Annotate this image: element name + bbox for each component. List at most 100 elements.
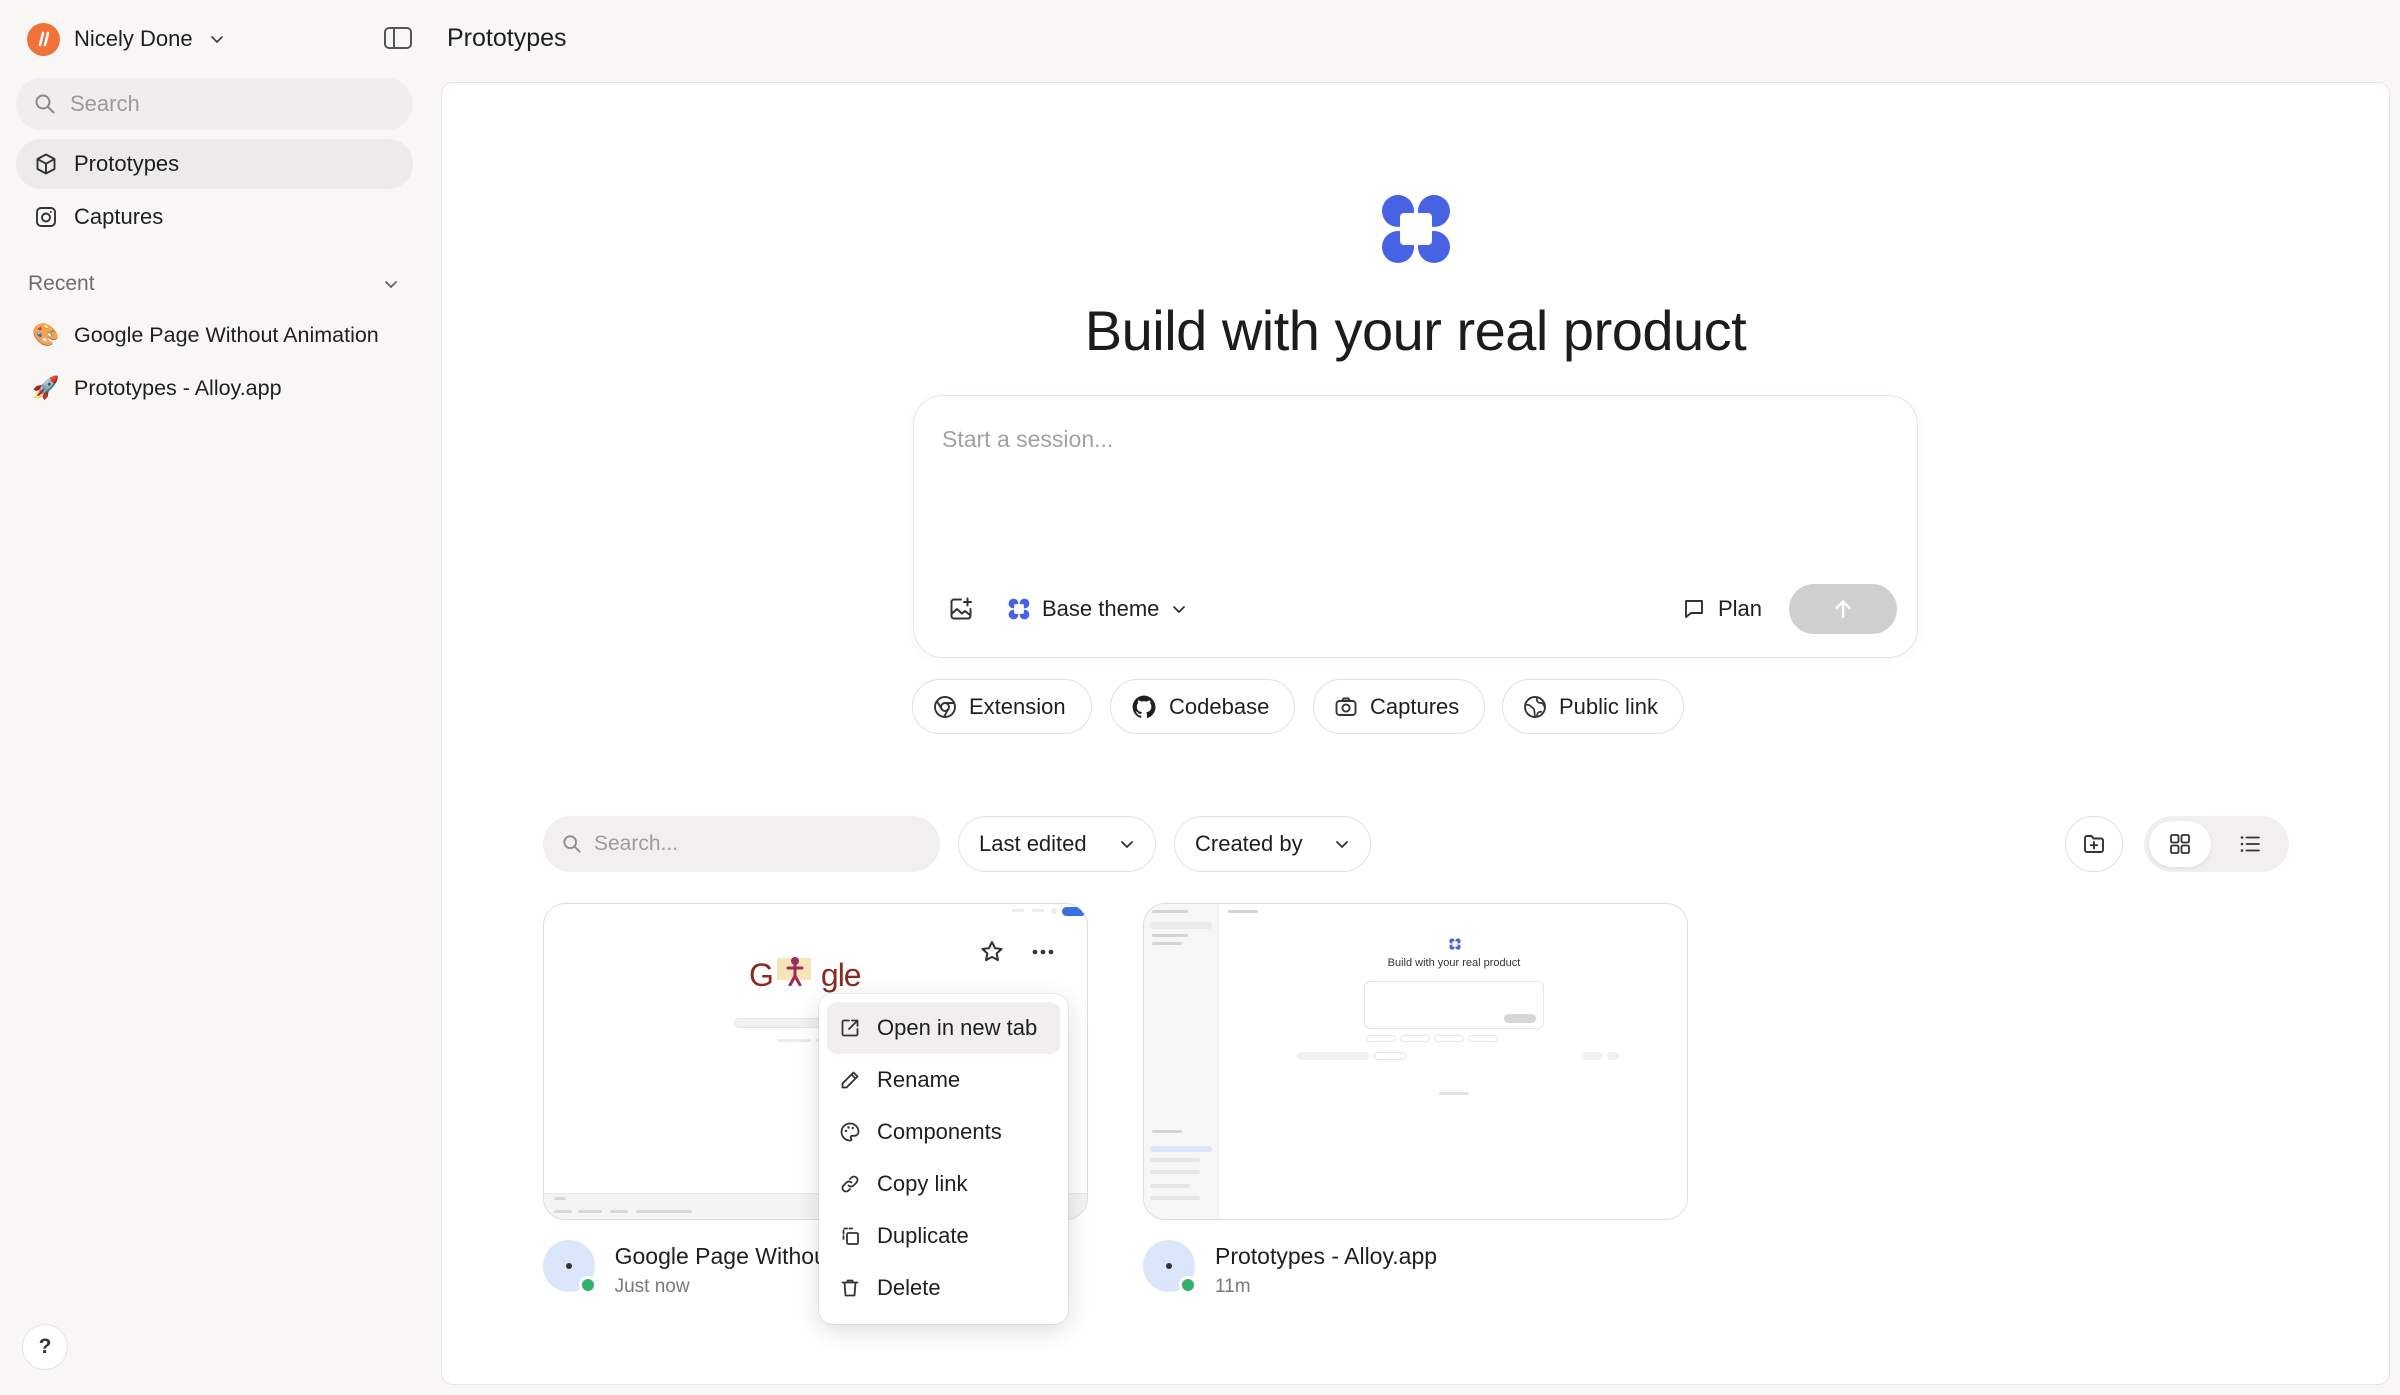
pencil-icon xyxy=(839,1069,861,1091)
github-icon xyxy=(1131,694,1157,720)
camera-icon xyxy=(1334,695,1358,719)
recent-item-label: Google Page Without Animation xyxy=(74,322,379,347)
avatar xyxy=(543,1240,597,1294)
online-status-icon xyxy=(1179,1276,1197,1294)
recent-label: Recent xyxy=(28,272,95,295)
chevron-down-icon xyxy=(1334,836,1350,852)
rocket-emoji-icon: 🚀 xyxy=(32,375,60,400)
recent-item-prototypes-alloy[interactable]: 🚀 Prototypes - Alloy.app xyxy=(32,368,282,408)
send-button[interactable] xyxy=(1789,584,1897,634)
thumb-google-logo: G gle xyxy=(749,954,862,994)
recent-item-label: Prototypes - Alloy.app xyxy=(74,375,282,400)
camera-icon xyxy=(34,205,58,229)
session-input[interactable] xyxy=(942,426,1882,546)
project-context-menu: Open in new tab Rename Components Copy l… xyxy=(819,994,1068,1324)
source-chip-codebase[interactable]: Codebase xyxy=(1110,679,1296,734)
source-chip-public-link[interactable]: Public link xyxy=(1502,679,1685,734)
grid-view-button[interactable] xyxy=(2149,821,2211,867)
sidebar-item-label: Captures xyxy=(74,204,164,229)
chrome-icon xyxy=(933,695,957,719)
chevron-down-icon xyxy=(1119,836,1135,852)
menu-item-delete[interactable]: Delete xyxy=(827,1262,1060,1314)
menu-item-label: Duplicate xyxy=(877,1223,969,1248)
theme-logo-icon xyxy=(1008,598,1030,620)
source-chip-extension[interactable]: Extension xyxy=(912,679,1092,734)
recent-section-header[interactable]: Recent xyxy=(28,268,400,300)
sidebar-item-label: Prototypes xyxy=(74,151,180,176)
grid-icon xyxy=(2169,833,2191,855)
search-icon xyxy=(562,834,582,854)
menu-item-duplicate[interactable]: Duplicate xyxy=(827,1210,1060,1262)
recent-item-google-page[interactable]: 🎨 Google Page Without Animation xyxy=(32,315,379,355)
menu-item-copy-link[interactable]: Copy link xyxy=(827,1158,1060,1210)
help-button[interactable]: ? xyxy=(22,1324,68,1370)
sidebar: Nicely Done Prototypes Captures Recent 🎨… xyxy=(0,0,430,1395)
sidebar-item-captures[interactable]: Captures xyxy=(16,192,413,242)
globe-icon xyxy=(1523,695,1547,719)
external-link-icon xyxy=(839,1017,861,1039)
project-title: Prototypes - Alloy.app xyxy=(1215,1243,1438,1269)
palette-icon xyxy=(839,1121,861,1143)
sidebar-search[interactable] xyxy=(16,78,413,130)
sidebar-toggle-icon[interactable] xyxy=(383,26,415,52)
projects-search[interactable] xyxy=(543,816,940,872)
project-meta-prototypes-alloy: Prototypes - Alloy.app 11m xyxy=(1143,1240,1543,1298)
project-time: 11m xyxy=(1215,1276,1251,1297)
created-by-dropdown[interactable]: Created by xyxy=(1174,816,1371,872)
chat-bubble-icon xyxy=(1682,597,1706,621)
folder-plus-icon xyxy=(2082,832,2106,856)
sidebar-item-prototypes[interactable]: Prototypes xyxy=(16,139,413,189)
alloy-logo-icon xyxy=(1380,193,1452,265)
chip-label: Captures xyxy=(1370,693,1460,719)
theme-label: Base theme xyxy=(1042,596,1160,621)
duplicate-icon xyxy=(839,1225,861,1247)
thumb-signin-button xyxy=(1062,907,1086,916)
sidebar-search-input[interactable] xyxy=(70,91,390,117)
favorite-button[interactable] xyxy=(972,932,1012,972)
workspace-switcher[interactable]: Nicely Done xyxy=(27,21,225,57)
new-folder-button[interactable] xyxy=(2065,816,2123,872)
chevron-down-icon xyxy=(209,31,225,47)
projects-search-input[interactable] xyxy=(594,832,914,856)
menu-item-rename[interactable]: Rename xyxy=(827,1054,1060,1106)
attach-image-icon[interactable] xyxy=(948,596,974,622)
thumb-hero-title: Build with your real product xyxy=(1387,957,1521,969)
project-thumbnail-prototypes-alloy[interactable]: Build with your real product xyxy=(1143,903,1688,1220)
menu-item-label: Delete xyxy=(877,1275,941,1300)
menu-item-label: Copy link xyxy=(877,1171,968,1196)
avatar xyxy=(1143,1240,1197,1294)
project-time: Just now xyxy=(614,1276,690,1297)
trash-icon xyxy=(839,1277,861,1299)
sort-label: Last edited xyxy=(979,831,1087,856)
view-toggle xyxy=(2144,816,2289,872)
doodle-figure-icon xyxy=(773,954,821,986)
plan-button[interactable]: Plan xyxy=(1682,591,1762,627)
online-status-icon xyxy=(579,1276,597,1294)
menu-item-label: Components xyxy=(877,1119,1002,1144)
thumb-alloy-logo-icon xyxy=(1449,938,1461,950)
star-icon xyxy=(979,939,1005,965)
sort-dropdown[interactable]: Last edited xyxy=(958,816,1156,872)
workspace-logo-icon xyxy=(27,22,60,56)
project-title: Google Page Withou xyxy=(614,1243,823,1269)
chevron-down-icon xyxy=(382,275,400,293)
chevron-down-icon xyxy=(1171,601,1187,617)
menu-item-label: Open in new tab xyxy=(877,1015,1038,1040)
source-chip-captures[interactable]: Captures xyxy=(1313,679,1486,734)
menu-item-label: Rename xyxy=(877,1067,961,1092)
created-by-label: Created by xyxy=(1195,831,1303,856)
theme-selector[interactable]: Base theme xyxy=(1008,591,1187,627)
menu-item-open-new-tab[interactable]: Open in new tab xyxy=(827,1002,1060,1054)
link-icon xyxy=(839,1173,861,1195)
page-title: Prototypes xyxy=(447,24,567,52)
project-meta-google-page: Google Page Withou Just now xyxy=(543,1240,823,1298)
menu-item-components[interactable]: Components xyxy=(827,1106,1060,1158)
plan-label: Plan xyxy=(1718,596,1763,621)
arrow-up-icon xyxy=(1832,598,1854,620)
workspace-name: Nicely Done xyxy=(74,26,193,51)
list-view-button[interactable] xyxy=(2219,821,2281,867)
more-options-button[interactable] xyxy=(1023,932,1063,972)
chip-label: Extension xyxy=(969,693,1066,719)
session-composer: Base theme Plan xyxy=(913,395,1918,658)
palette-emoji-icon: 🎨 xyxy=(32,322,60,347)
